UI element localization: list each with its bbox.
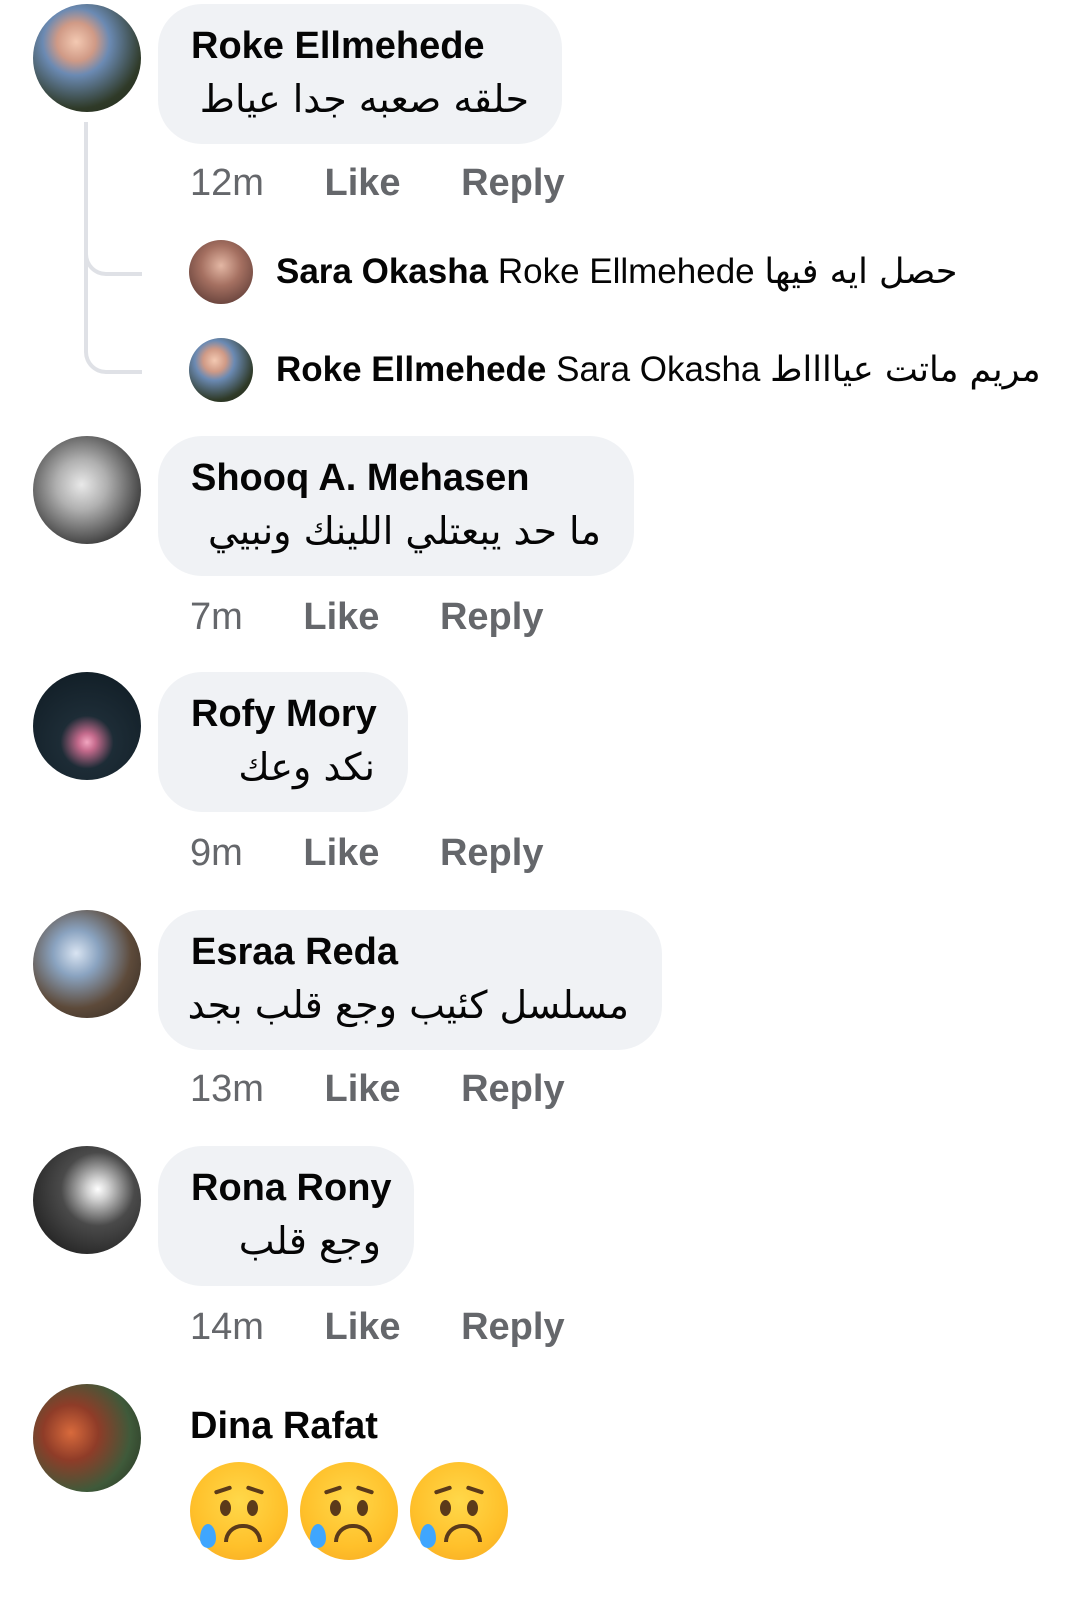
comment-time[interactable]: 13m: [190, 1068, 264, 1110]
comment-text: نكد وعك: [238, 745, 375, 789]
reply-button[interactable]: Reply: [461, 162, 564, 204]
commenter-name[interactable]: Roke Ellmehede: [191, 24, 529, 68]
comment-time[interactable]: 14m: [190, 1306, 264, 1348]
reply-button[interactable]: Reply: [461, 1306, 564, 1348]
comment-bubble[interactable]: Roke Ellmehede حلقه صعبه جدا عياط: [158, 4, 562, 144]
reply-text: مريم ماتت عيااااط: [770, 350, 1041, 390]
reply-button[interactable]: Reply: [440, 596, 543, 638]
commenter-name[interactable]: Rofy Mory: [191, 692, 377, 736]
commenter-name[interactable]: Dina Rafat: [190, 1404, 378, 1448]
replier-name[interactable]: Roke Ellmehede: [276, 350, 546, 389]
comment-actions: 14m Like Reply: [190, 1306, 615, 1349]
commenter-name[interactable]: Rona Rony: [191, 1166, 392, 1210]
like-button[interactable]: Like: [303, 832, 379, 874]
comment-bubble[interactable]: Rofy Mory نكد وعك: [158, 672, 408, 812]
crying-face-icon: [410, 1462, 508, 1560]
comment-bubble[interactable]: Shooq A. Mehasen ما حد يبعتلي اللينك ونب…: [158, 436, 634, 576]
avatar[interactable]: [33, 910, 141, 1018]
reply-button[interactable]: Reply: [461, 1068, 564, 1110]
comment-bubble[interactable]: Rona Rony وجع قلب: [158, 1146, 414, 1286]
comment-text: مسلسل كئيب وجع قلب بجد: [187, 983, 629, 1027]
thread-branch: [84, 270, 142, 374]
like-button[interactable]: Like: [324, 162, 400, 204]
comment-text: وجع قلب: [238, 1219, 381, 1263]
comment-time[interactable]: 9m: [190, 832, 243, 874]
like-button[interactable]: Like: [324, 1068, 400, 1110]
comment-time[interactable]: 12m: [190, 162, 264, 204]
comment-text: حلقه صعبه جدا عياط: [199, 77, 529, 121]
comment-time[interactable]: 7m: [190, 596, 243, 638]
comment-text: ما حد يبعتلي اللينك ونبيي: [208, 509, 601, 553]
commenter-name[interactable]: Shooq A. Mehasen: [191, 456, 601, 500]
reply-item: Sara Okasha Roke Ellmehede حصل ايه فيها: [276, 252, 957, 292]
emoji-reaction-row: [190, 1462, 508, 1560]
like-button[interactable]: Like: [324, 1306, 400, 1348]
comment-actions: 12m Like Reply: [190, 162, 615, 205]
avatar[interactable]: [189, 338, 253, 402]
comment-bubble[interactable]: Esraa Reda مسلسل كئيب وجع قلب بجد: [158, 910, 662, 1050]
reply-item: Roke Ellmehede Sara Okasha مريم ماتت عيا…: [276, 350, 1041, 390]
reply-text: حصل ايه فيها: [764, 252, 958, 292]
avatar[interactable]: [33, 4, 141, 112]
mention-tag[interactable]: Roke Ellmehede: [498, 252, 755, 291]
avatar[interactable]: [189, 240, 253, 304]
crying-face-icon: [300, 1462, 398, 1560]
avatar[interactable]: [33, 1384, 141, 1492]
crying-face-icon: [190, 1462, 288, 1560]
avatar[interactable]: [33, 1146, 141, 1254]
avatar[interactable]: [33, 436, 141, 544]
reply-button[interactable]: Reply: [440, 832, 543, 874]
avatar[interactable]: [33, 672, 141, 780]
commenter-name[interactable]: Esraa Reda: [191, 930, 629, 974]
comment-actions: 13m Like Reply: [190, 1068, 615, 1111]
comment-actions: 9m Like Reply: [190, 832, 593, 875]
replier-name[interactable]: Sara Okasha: [276, 252, 488, 291]
mention-tag[interactable]: Sara Okasha: [556, 350, 760, 389]
comment-actions: 7m Like Reply: [190, 596, 593, 639]
like-button[interactable]: Like: [303, 596, 379, 638]
